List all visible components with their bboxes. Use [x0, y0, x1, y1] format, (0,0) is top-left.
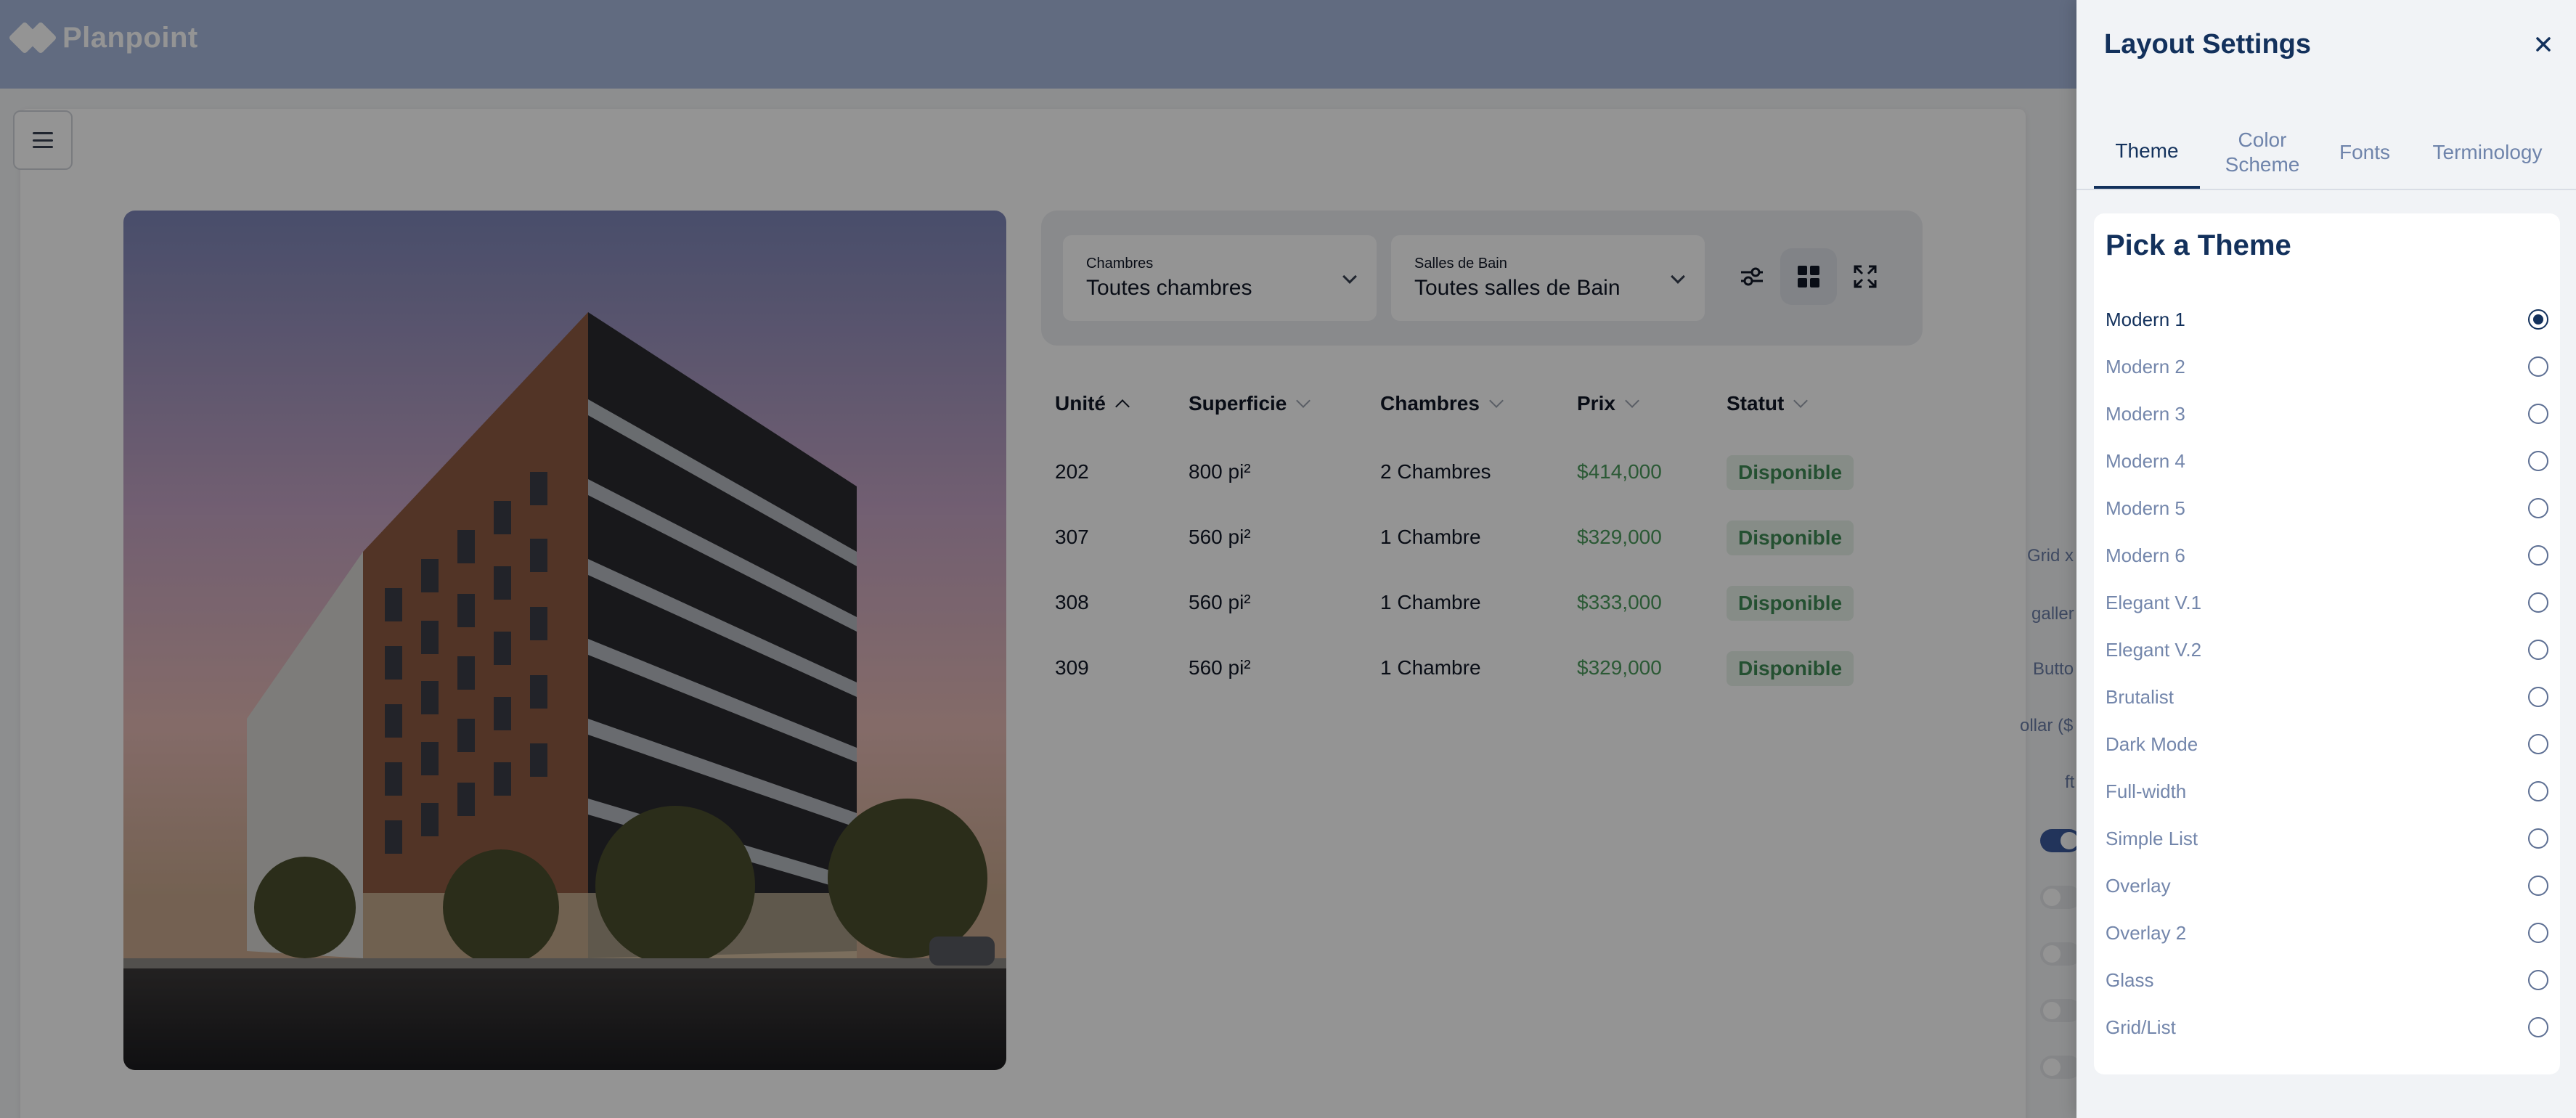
section-title: Pick a Theme: [2106, 229, 2291, 261]
theme-option[interactable]: Elegant V.1: [2106, 588, 2548, 617]
radio-button[interactable]: [2528, 734, 2548, 754]
theme-option-label: Elegant V.2: [2106, 638, 2202, 661]
radio-button[interactable]: [2528, 545, 2548, 566]
radio-button[interactable]: [2528, 970, 2548, 990]
theme-option-label: Modern 1: [2106, 308, 2185, 330]
theme-option-label: Modern 2: [2106, 355, 2185, 378]
tab-theme[interactable]: Theme: [2094, 116, 2200, 189]
theme-option-label: Full-width: [2106, 780, 2187, 802]
theme-option[interactable]: Modern 5: [2106, 494, 2548, 523]
radio-button[interactable]: [2528, 640, 2548, 660]
tab-terminology[interactable]: Terminology: [2416, 116, 2559, 189]
radio-button[interactable]: [2528, 923, 2548, 943]
theme-option-label: Simple List: [2106, 827, 2198, 849]
close-button[interactable]: [2525, 26, 2561, 62]
theme-option[interactable]: Overlay: [2106, 871, 2548, 900]
radio-button[interactable]: [2528, 498, 2548, 518]
radio-button[interactable]: [2528, 309, 2548, 330]
tab-fonts[interactable]: Fonts: [2325, 116, 2405, 189]
tabs-divider: [2076, 189, 2576, 190]
theme-option[interactable]: Modern 6: [2106, 541, 2548, 570]
radio-button[interactable]: [2528, 781, 2548, 801]
radio-button[interactable]: [2528, 876, 2548, 896]
theme-option[interactable]: Modern 1: [2106, 305, 2548, 334]
theme-option[interactable]: Elegant V.2: [2106, 635, 2548, 664]
theme-option-label: Elegant V.1: [2106, 591, 2202, 613]
settings-tabs: Theme Color Scheme Fonts Terminology: [2094, 116, 2559, 189]
radio-button[interactable]: [2528, 451, 2548, 471]
theme-option[interactable]: Grid/List: [2106, 1013, 2548, 1042]
theme-option-label: Overlay: [2106, 874, 2171, 897]
panel-title: Layout Settings: [2104, 29, 2312, 60]
radio-button[interactable]: [2528, 1017, 2548, 1037]
layout-settings-panel: Layout Settings Theme Color Scheme Fonts…: [2076, 0, 2576, 1118]
theme-option[interactable]: Modern 4: [2106, 446, 2548, 476]
radio-button[interactable]: [2528, 592, 2548, 613]
close-icon: [2536, 37, 2551, 52]
tab-color-scheme[interactable]: Color Scheme: [2212, 116, 2313, 189]
theme-option[interactable]: Glass: [2106, 966, 2548, 995]
theme-option-label: Glass: [2106, 968, 2154, 991]
theme-option-label: Modern 3: [2106, 402, 2185, 425]
radio-button[interactable]: [2528, 356, 2548, 377]
theme-option-label: Modern 6: [2106, 544, 2185, 566]
theme-option[interactable]: Overlay 2: [2106, 918, 2548, 947]
theme-option[interactable]: Modern 2: [2106, 352, 2548, 381]
theme-option-label: Modern 5: [2106, 497, 2185, 519]
theme-option-label: Brutalist: [2106, 685, 2174, 708]
theme-picker-card: Pick a Theme Modern 1 Modern 2 Modern 3 Mod…: [2094, 213, 2560, 1074]
theme-option[interactable]: Modern 3: [2106, 399, 2548, 428]
theme-option-label: Overlay 2: [2106, 921, 2187, 944]
radio-button[interactable]: [2528, 687, 2548, 707]
theme-option[interactable]: Simple List: [2106, 824, 2548, 853]
theme-option-label: Dark Mode: [2106, 733, 2198, 755]
theme-option[interactable]: Brutalist: [2106, 682, 2548, 711]
theme-option-label: Grid/List: [2106, 1016, 2176, 1038]
radio-button[interactable]: [2528, 828, 2548, 849]
theme-option[interactable]: Dark Mode: [2106, 730, 2548, 759]
theme-option[interactable]: Full-width: [2106, 777, 2548, 806]
theme-option-label: Modern 4: [2106, 449, 2185, 472]
radio-button[interactable]: [2528, 404, 2548, 424]
